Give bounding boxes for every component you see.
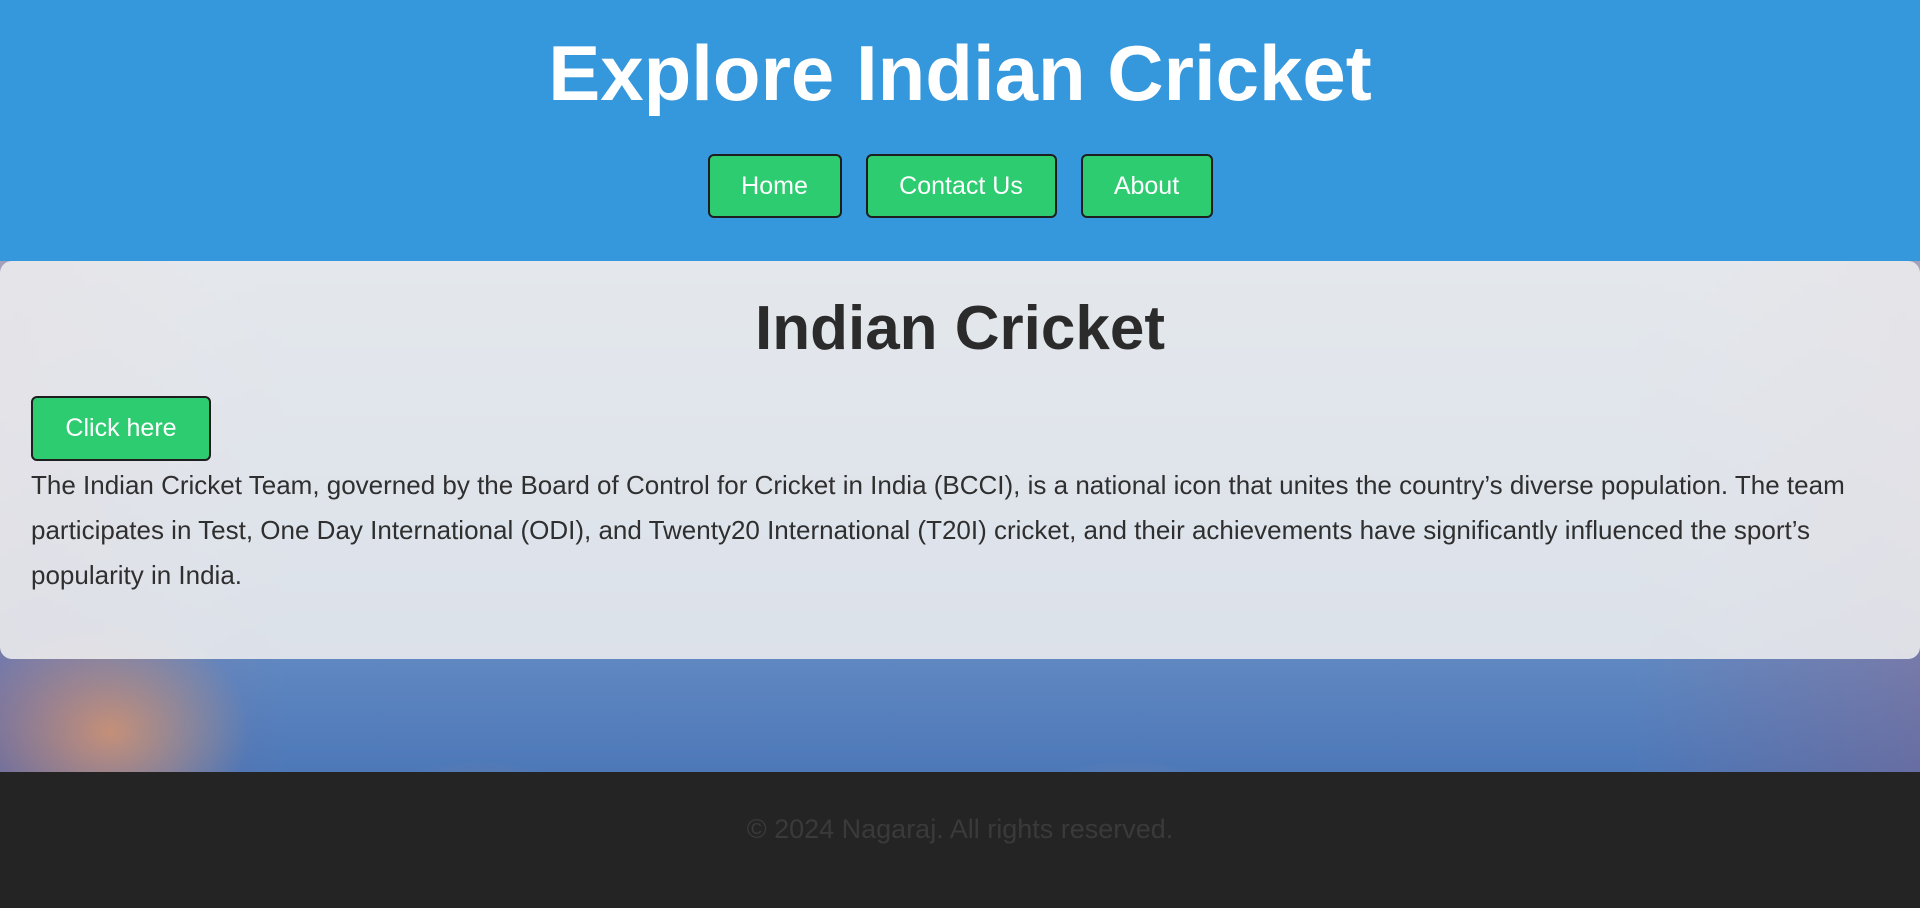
nav-contact-button[interactable]: Contact Us	[865, 154, 1057, 218]
site-footer: © 2024 Nagaraj. All rights reserved.	[0, 772, 1920, 908]
site-header: Explore Indian Cricket Home Contact Us A…	[0, 0, 1920, 261]
copyright-text: © 2024 Nagaraj. All rights reserved.	[746, 814, 1174, 844]
nav-home-button[interactable]: Home	[707, 154, 842, 218]
site-title: Explore Indian Cricket	[548, 29, 1372, 117]
click-here-button[interactable]: Click here	[31, 396, 211, 461]
section-title: Indian Cricket	[755, 294, 1165, 363]
description-text: The Indian Cricket Team, governed by the…	[31, 470, 1845, 590]
hero-background-image: Indian Cricket Click here The Indian Cri…	[0, 261, 1920, 772]
main-nav: Home Contact Us About	[0, 154, 1920, 218]
content-card: Indian Cricket Click here The Indian Cri…	[0, 261, 1920, 659]
nav-about-button[interactable]: About	[1080, 154, 1213, 218]
